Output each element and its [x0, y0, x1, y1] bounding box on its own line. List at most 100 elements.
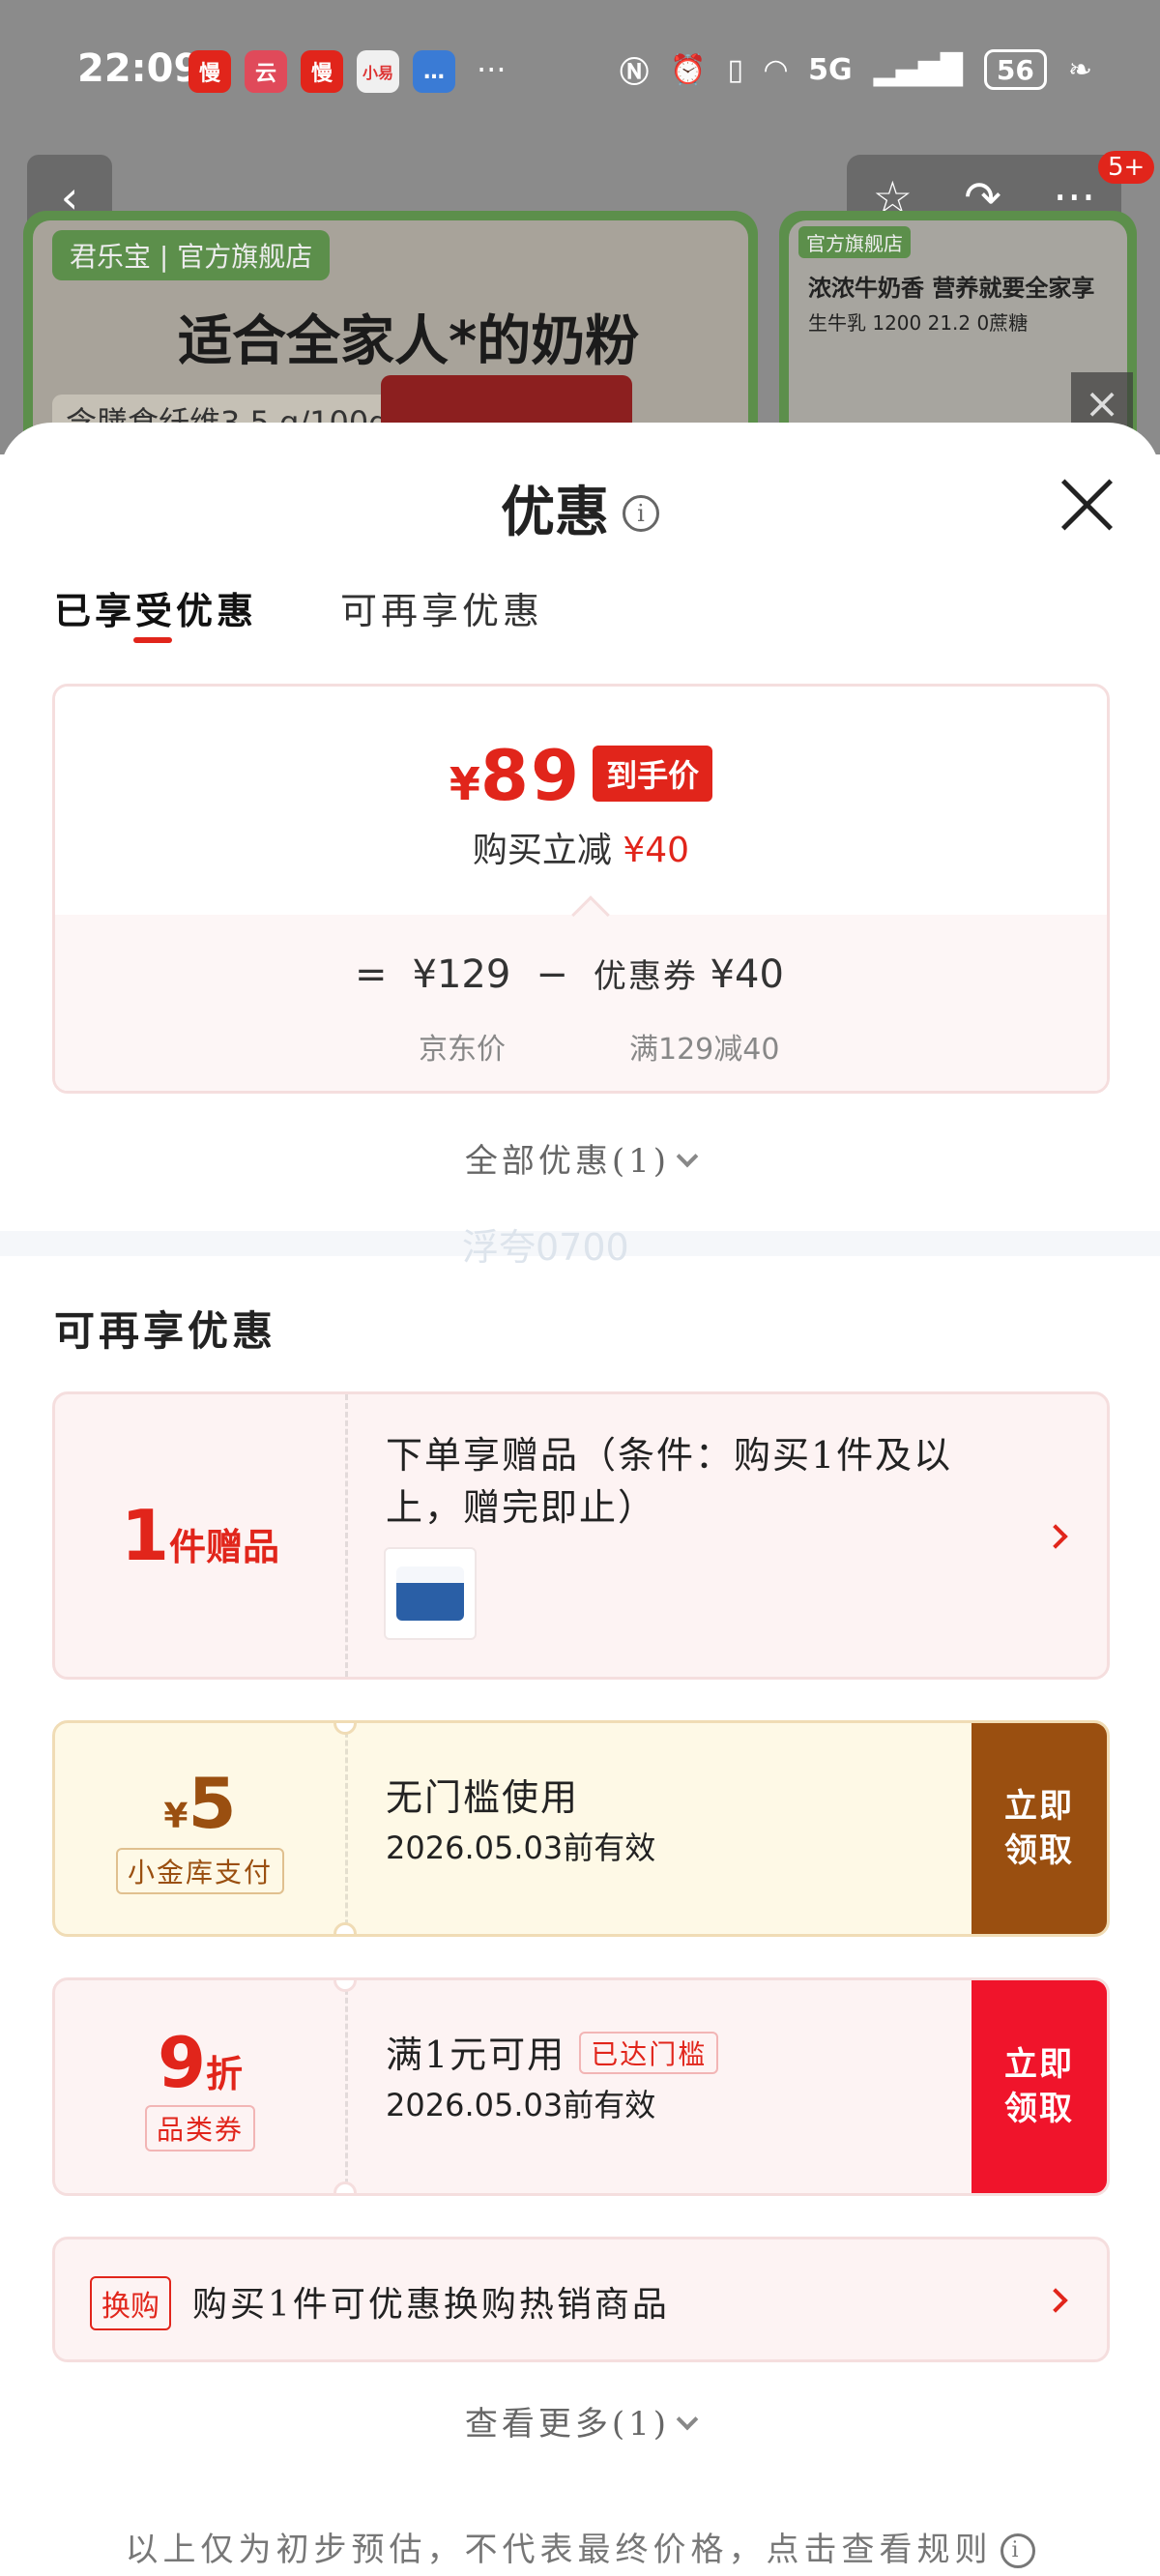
price-breakdown-card: ¥89 到手价 购买立减 ¥40 = ¥129 − 优惠券 ¥40 京东价 满12…: [52, 684, 1110, 1094]
message-app-icon: …: [413, 50, 455, 93]
vibrate-icon: ▯: [727, 52, 744, 87]
coupon-separator: [345, 1723, 348, 1934]
app-icon: 慢: [301, 50, 343, 93]
more-notifications-icon: ···: [477, 51, 507, 88]
all-offers-toggle[interactable]: 全部优惠(1): [0, 1134, 1160, 1182]
coupon-notch: [334, 2181, 357, 2193]
wifi-icon: ◠: [765, 52, 788, 87]
info-icon: i: [1000, 2533, 1035, 2568]
cash-coupon-amount: 5: [188, 1763, 237, 1844]
app-icon: 云: [245, 50, 287, 93]
coupon-amount: ¥40: [710, 952, 784, 997]
tab-label: 可再享优惠: [340, 590, 544, 632]
instant-discount-label: 购买立减: [472, 831, 612, 870]
chevron-right-icon: [1043, 2288, 1068, 2313]
tab-label: 已享受优惠: [54, 589, 258, 632]
see-more-toggle[interactable]: 查看更多(1): [0, 2397, 1160, 2444]
chevron-right-icon: [1043, 1524, 1068, 1549]
chevron-down-icon: [676, 2408, 699, 2431]
product-page-background: 22:09 慢 云 慢 小易 … ··· Ⓝ ⏰ ▯ ◠ 5G ▂▄▆█ 56 …: [0, 0, 1160, 454]
tab-active-indicator: [133, 637, 172, 643]
equals-sign: =: [355, 952, 388, 997]
claim-cash-coupon-button[interactable]: 立即领取: [972, 1723, 1107, 1934]
coupon-rule: 满129减40: [629, 1033, 780, 1067]
sheet-title: 优惠: [501, 481, 609, 544]
instant-discount-amount: ¥40: [623, 831, 690, 870]
brand-label: 官方旗舰店: [798, 226, 911, 258]
minus-sign: −: [536, 952, 568, 997]
claim-discount-coupon-button[interactable]: 立即领取: [972, 1980, 1107, 2193]
cash-coupon-tag: 小金库支付: [115, 1848, 284, 1894]
sheet-header: 优惠 i: [0, 469, 1160, 547]
offers-bottom-sheet: 优惠 i 已享受优惠 可再享优惠 ¥89 到手价 购买立减 ¥40 = ¥129 −: [0, 423, 1160, 2576]
status-bar: 22:09 慢 云 慢 小易 … ··· Ⓝ ⏰ ▯ ◠ 5G ▂▄▆█ 56 …: [0, 0, 1160, 145]
swap-offer-row[interactable]: 换购 购买1件可优惠换购热销商品: [52, 2237, 1110, 2362]
final-price-badge: 到手价: [593, 746, 713, 802]
section-title: 可再享优惠: [54, 1307, 277, 1355]
discount-coupon-validity: 2026.05.03前有效: [386, 2087, 656, 2123]
discount-unit: 折: [206, 2053, 244, 2095]
cash-coupon-validity: 2026.05.03前有效: [386, 1830, 656, 1866]
leaf-icon: ❧: [1067, 52, 1092, 87]
offer-tabs: 已享受优惠 可再享优惠: [54, 581, 543, 643]
banner-specs: 生牛乳 1200 21.2 0蔗糖: [808, 311, 1029, 335]
gift-count-unit: 件赠品: [169, 1526, 280, 1568]
jd-price-label: 京东价: [419, 1033, 506, 1067]
tab-more-offers[interactable]: 可再享优惠: [340, 581, 543, 634]
coupon-separator: [345, 1980, 348, 2193]
gift-count-value: 1: [120, 1495, 170, 1576]
battery-icon: 56: [983, 49, 1047, 90]
brand-label: 君乐宝 | 官方旗舰店: [52, 230, 331, 280]
discount-rate: 9: [157, 2022, 207, 2103]
disclaimer-text: 以上仅为初步预估，不代表最终价格，点击查看规则: [125, 2531, 993, 2569]
instant-discount: 购买立减 ¥40: [55, 822, 1107, 872]
watermark: 浮夸0700: [462, 1226, 629, 1269]
category-coupon-tag: 品类券: [144, 2105, 255, 2152]
product-banner-main[interactable]: 君乐宝 | 官方旗舰店 适合全家人*的奶粉 含膳食纤维3.5 g/100g: [23, 211, 758, 454]
app-icon: 慢: [188, 50, 231, 93]
coupon-notch: [334, 1922, 357, 1934]
cash-coupon-title: 无门槛使用: [386, 1776, 580, 1819]
all-offers-label: 全部优惠(1): [464, 1142, 671, 1181]
coupon-separator: [345, 1394, 348, 1677]
tab-enjoyed-offers[interactable]: 已享受优惠: [54, 581, 258, 643]
milk-powder-package-image: [396, 1566, 464, 1621]
final-price-value: 89: [479, 735, 582, 816]
status-time: 22:09: [77, 46, 201, 91]
see-more-label: 查看更多(1): [464, 2405, 671, 2444]
info-icon[interactable]: i: [623, 495, 659, 532]
cash-coupon-value: ¥5 小金库支付: [55, 1723, 345, 1934]
discount-coupon-title: 满1元可用: [386, 2034, 566, 2076]
swap-description: 购买1件可优惠换购热销商品: [192, 2285, 670, 2325]
price-formula: = ¥129 − 优惠券 ¥40 京东价 满129减40: [55, 915, 1107, 1091]
alarm-icon: ⏰: [670, 52, 707, 87]
discount-coupon-condition: 满1元可用 已达门槛: [386, 2025, 719, 2078]
app-icon: 小易: [357, 50, 399, 93]
banner-title: 适合全家人*的奶粉: [178, 310, 640, 373]
swap-tag: 换购: [90, 2276, 171, 2330]
claim-button-label: 立即领取: [1004, 2045, 1074, 2128]
cash-coupon-card: ¥5 小金库支付 无门槛使用 2026.05.03前有效 立即领取: [52, 1720, 1110, 1937]
network-type: 5G: [808, 52, 853, 87]
claim-button-label: 立即领取: [1004, 1787, 1074, 1870]
gift-count: 1件赠品: [55, 1394, 345, 1677]
coupon-label: 优惠券: [593, 957, 698, 996]
close-icon[interactable]: [1058, 475, 1116, 533]
gift-product-thumbnail[interactable]: [384, 1547, 477, 1640]
nfc-icon: Ⓝ: [620, 56, 650, 90]
notification-badge: 5+: [1098, 151, 1155, 184]
notification-app-icons: 慢 云 慢 小易 … ···: [188, 50, 507, 93]
jd-price: ¥129: [412, 952, 511, 997]
gift-offer-card[interactable]: 1件赠品 下单享赠品（条件：购买1件及以上，赠完即止）: [52, 1391, 1110, 1680]
disclaimer-link[interactable]: 以上仅为初步预估，不代表最终价格，点击查看规则 i: [0, 2523, 1160, 2570]
gift-description: 下单享赠品（条件：购买1件及以上，赠完即止）: [386, 1434, 953, 1529]
threshold-reached-badge: 已达门槛: [579, 2032, 719, 2074]
currency-symbol: ¥: [449, 758, 480, 810]
discount-coupon-value: 9折 品类券: [55, 1980, 345, 2193]
currency-symbol: ¥: [163, 1797, 188, 1836]
final-price: ¥89 到手价: [55, 735, 1107, 816]
banner-title: 浓浓牛奶香 营养就要全家享: [808, 275, 1095, 302]
chevron-down-icon: [676, 1145, 699, 1168]
signal-icon: ▂▄▆█: [873, 52, 963, 87]
status-indicators: Ⓝ ⏰ ▯ ◠ 5G ▂▄▆█ 56 ❧: [620, 48, 1092, 91]
